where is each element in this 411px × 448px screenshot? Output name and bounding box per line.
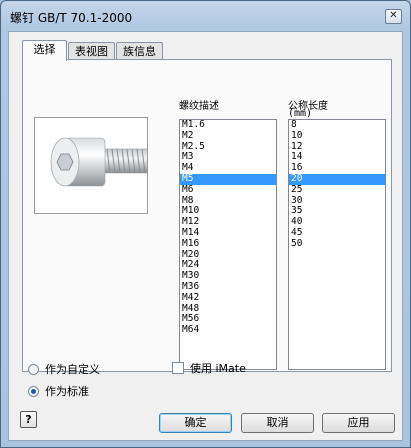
- close-button[interactable]: ✕: [385, 9, 402, 24]
- tab-family-info[interactable]: 族信息: [116, 42, 163, 60]
- thread-list-item[interactable]: M4: [180, 162, 276, 174]
- socket-head-screw-image: [34, 117, 156, 214]
- length-list-item[interactable]: 12: [289, 141, 385, 153]
- length-list-item[interactable]: 50: [289, 238, 385, 250]
- ok-button[interactable]: 确定: [159, 413, 232, 433]
- length-list-unit: (mm): [288, 108, 313, 119]
- thread-list-header: 螺纹描述: [179, 101, 219, 112]
- length-list-item[interactable]: 8: [289, 120, 385, 131]
- thread-list-item[interactable]: M6: [180, 184, 276, 196]
- imate-checkbox-label: 使用 iMate: [190, 362, 246, 375]
- thread-list-item[interactable]: M2: [180, 130, 276, 142]
- tab-panel-select: 螺纹描述 M1.6 M2 M2.5 M3 M4 M5 M6 M8 M10 M12 M14 M16 M20…: [22, 59, 392, 372]
- thread-list-item[interactable]: M3: [180, 152, 276, 163]
- thread-list-item[interactable]: M64: [180, 324, 276, 336]
- imate-checkbox[interactable]: 使用 iMate: [172, 360, 246, 376]
- length-list-item[interactable]: 25: [289, 184, 385, 196]
- dialog-window: 螺钉 GB/T 70.1-2000 ✕ 选择 表视图 族信息 螺纹描述 M1.6…: [0, 0, 411, 448]
- length-list-item[interactable]: 20: [289, 173, 385, 185]
- apply-button[interactable]: 应用: [322, 413, 395, 433]
- window-title: 螺钉 GB/T 70.1-2000: [10, 11, 133, 25]
- length-list-item[interactable]: 16: [289, 162, 385, 174]
- thread-list-item[interactable]: M1.6: [180, 120, 276, 131]
- length-list-item[interactable]: 40: [289, 216, 385, 228]
- thread-list[interactable]: M1.6 M2 M2.5 M3 M4 M5 M6 M8 M10 M12 M14 M16 M20 M24 M3…: [179, 119, 277, 370]
- radio-standard[interactable]: 作为标准: [28, 383, 89, 399]
- thread-list-item[interactable]: M5: [180, 173, 276, 185]
- tab-table-view[interactable]: 表视图: [68, 42, 115, 60]
- length-list-item[interactable]: 45: [289, 227, 385, 239]
- radio-standard-label: 作为标准: [45, 385, 89, 398]
- radio-custom-circle[interactable]: [28, 363, 39, 375]
- radio-standard-circle[interactable]: [28, 385, 39, 397]
- length-list-item[interactable]: 35: [289, 206, 385, 217]
- dialog-body: 选择 表视图 族信息 螺纹描述 M1.6 M2 M2.5 M3 M4 M5 M6…: [8, 31, 403, 441]
- thread-list-item[interactable]: M16: [180, 238, 276, 250]
- thread-list-item[interactable]: M2.5: [180, 141, 276, 153]
- length-list-item[interactable]: 10: [289, 130, 385, 142]
- length-list-item[interactable]: 14: [289, 152, 385, 163]
- tab-select[interactable]: 选择: [22, 40, 67, 61]
- length-list-item[interactable]: 30: [289, 195, 385, 207]
- length-list[interactable]: 8 10 12 14 16 20 25 30 35 40 45 50: [288, 119, 386, 370]
- imate-checkbox-box[interactable]: [172, 362, 184, 374]
- help-button[interactable]: ?: [20, 411, 37, 428]
- cancel-button[interactable]: 取消: [241, 413, 314, 433]
- thread-list-item[interactable]: M42: [180, 292, 276, 304]
- radio-custom[interactable]: 作为自定义: [28, 361, 100, 377]
- radio-custom-label: 作为自定义: [45, 363, 100, 376]
